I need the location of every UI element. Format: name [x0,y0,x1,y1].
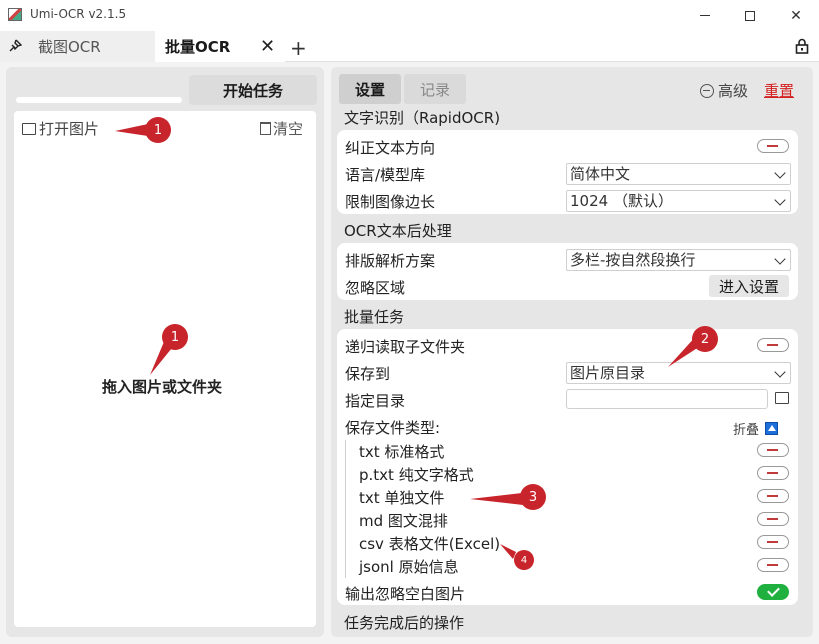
filetype-label: jsonl 原始信息 [359,558,459,576]
close-icon: ✕ [790,7,802,24]
tab-history[interactable]: 记录 [404,74,466,104]
limit-size-label: 限制图像边长 [345,193,436,211]
add-tab-icon[interactable]: + [290,36,307,60]
annotation-marker: 1 [145,117,171,143]
minimize-button[interactable] [682,0,728,31]
filetype-label: p.txt 纯文字格式 [359,466,474,484]
layout-label: 排版解析方案 [345,252,436,270]
lock-icon[interactable] [795,38,809,54]
filetype-label: csv 表格文件(Excel) [359,535,501,553]
recursive-toggle[interactable] [757,338,789,352]
open-images-button[interactable]: 打开图片 [22,118,99,139]
section-title-after: 任务完成后的操作 [344,614,465,632]
filetype-toggle[interactable] [757,535,789,549]
collapse-button[interactable]: 折叠 [733,419,779,438]
title-bar: Umi-OCR v2.1.5 ✕ [0,0,819,31]
filetype-label: txt 标准格式 [359,443,445,461]
annotation-marker: 1 [162,324,188,350]
collapse-up-icon [765,422,779,435]
filetype-toggle[interactable] [757,489,789,503]
language-select[interactable]: 简体中文 [566,163,791,185]
folder-icon [22,122,36,135]
clear-label: 清空 [273,120,304,138]
pin-icon[interactable] [8,39,22,53]
section-title-post: OCR文本后处理 [344,222,452,240]
maximize-button[interactable] [727,0,773,31]
maximize-icon [745,10,755,21]
section-title-ocr: 文字识别（RapidOCR) [344,109,501,127]
annotation-marker: 4 [514,550,534,570]
drop-hint-text: 拖入图片或文件夹 [102,378,223,396]
folder-icon[interactable] [775,392,789,404]
save-to-label: 保存到 [345,365,391,383]
app-logo-icon [8,8,22,21]
close-window-button[interactable]: ✕ [773,0,819,31]
filetype-label: txt 单独文件 [359,489,445,507]
ignore-area-settings-button[interactable]: 进入设置 [709,275,789,297]
image-drop-zone[interactable] [14,111,316,627]
filetypes-label: 保存文件类型: [345,419,441,437]
start-task-button[interactable]: 开始任务 [189,75,317,105]
filetype-label: md 图文混排 [359,512,448,530]
trash-icon [260,122,271,135]
correct-direction-label: 纠正文本方向 [345,139,436,157]
tab-label: 截图OCR [38,38,101,56]
limit-size-select[interactable]: 1024 （默认） [566,190,791,212]
minimize-icon [700,15,710,16]
collapse-label: 折叠 [733,423,760,438]
reset-link[interactable]: 重置 [764,80,794,101]
clear-button[interactable]: 清空 [260,118,303,139]
window-title: Umi-OCR v2.1.5 [30,7,127,21]
directory-input[interactable] [566,389,768,409]
recursive-label: 递归读取子文件夹 [345,338,466,356]
tab-label: 批量OCR [165,38,231,56]
annotation-marker: 3 [520,484,546,510]
save-to-select[interactable]: 图片原目录 [566,362,791,384]
tab-close-icon[interactable]: ✕ [260,36,278,57]
filetype-toggle[interactable] [757,512,789,526]
advanced-label: 高级 [718,82,749,100]
output-ignored-toggle[interactable] [757,584,789,600]
filetype-toggle[interactable] [757,558,789,572]
filetype-toggle[interactable] [757,443,789,457]
filetype-toggle[interactable] [757,466,789,480]
ignore-area-label: 忽略区域 [345,279,406,297]
layout-select[interactable]: 多栏-按自然段换行 [566,249,791,271]
correct-direction-toggle[interactable] [757,139,789,153]
tab-settings[interactable]: 设置 [339,74,401,104]
open-images-label: 打开图片 [39,120,100,138]
section-title-batch: 批量任务 [344,308,405,326]
output-ignored-label: 输出忽略空白图片 [345,585,466,603]
filetypes-indent-line [345,440,346,578]
minus-circle-icon [700,83,714,98]
tab-screenshot-ocr[interactable]: 截图OCR [0,31,155,62]
progress-bar [16,97,182,103]
language-label: 语言/模型库 [345,166,426,184]
annotation-marker: 2 [692,326,718,352]
advanced-toggle[interactable]: 高级 [700,80,748,101]
directory-label: 指定目录 [345,392,406,410]
tab-bar: 截图OCR 批量OCR ✕ [0,31,819,62]
